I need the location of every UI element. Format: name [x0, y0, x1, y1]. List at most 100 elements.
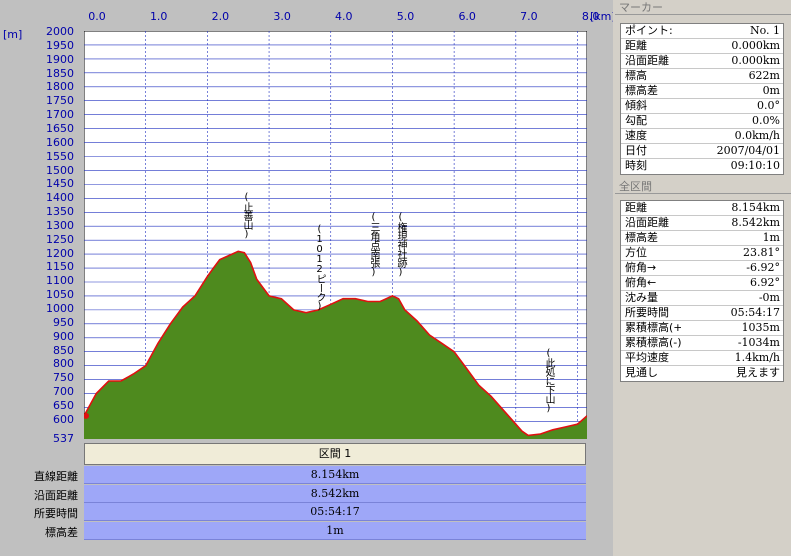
y-tick-label: 1400: [46, 191, 74, 205]
x-tick-label: 8.0: [581, 10, 600, 23]
info-row: 距離 8.154km: [621, 201, 783, 216]
info-row-label: 沿面距離: [625, 54, 669, 67]
x-tick-label: 7.0: [520, 10, 538, 23]
info-row-value: 見えます: [736, 366, 780, 379]
info-row: 勾配 0.0%: [621, 114, 783, 129]
y-tick-label: 1850: [46, 66, 74, 80]
info-row: 見通し 見えます: [621, 366, 783, 381]
info-row-label: 所要時間: [625, 306, 669, 319]
stat-label-straight-distance: 直線距離: [34, 470, 78, 483]
info-row-value: 0.0°: [757, 99, 780, 112]
info-row: 距離 0.000km: [621, 39, 783, 54]
info-row: 方位 23.81°: [621, 246, 783, 261]
info-row: 所要時間 05:54:17: [621, 306, 783, 321]
info-row-label: 累積標高(-): [625, 336, 681, 349]
info-row-label: 距離: [625, 39, 647, 52]
info-row-value: 8.542km: [731, 216, 780, 229]
stat-value-straight-distance: 8.154km: [84, 466, 586, 484]
x-tick-label: 1.0: [149, 10, 168, 23]
info-row-value: -1034m: [737, 336, 780, 349]
x-tick-label: 0.0: [88, 10, 106, 23]
elevation-profile-chart[interactable]: [84, 31, 587, 439]
info-row-value: 0.000km: [731, 39, 780, 52]
info-row: 標高差 0m: [621, 84, 783, 99]
y-tick-label: 1150: [46, 260, 74, 274]
info-row: 標高 622m: [621, 69, 783, 84]
y-tick-label: 1800: [46, 80, 74, 94]
info-row: 平均速度 1.4km/h: [621, 351, 783, 366]
info-row-value: 23.81°: [743, 246, 780, 259]
info-row: 沈み量 -0m: [621, 291, 783, 306]
info-row-label: 標高差: [625, 231, 658, 244]
y-tick-label: 600: [53, 412, 74, 426]
info-row-value: 2007/04/01: [716, 144, 780, 157]
annotation-1012-peak: (1012ピーク): [314, 224, 325, 311]
y-tick-label: 1200: [46, 246, 74, 260]
x-tick-label: 2.0: [211, 10, 230, 23]
y-tick-label: 650: [53, 398, 74, 412]
annotation-shizenzan: (止善山): [241, 192, 252, 239]
info-row: 日付 2007/04/01: [621, 144, 783, 159]
info-row-label: 時刻: [625, 159, 647, 172]
info-row-value: 1m: [762, 231, 780, 244]
y-tick-label: 1950: [46, 38, 74, 52]
y-tick-label: 1600: [46, 135, 74, 149]
info-row-label: ポイント:: [625, 24, 673, 37]
stat-label-elevation-diff: 標高差: [45, 526, 78, 539]
info-row-label: 標高差: [625, 84, 658, 97]
info-row-value: 1.4km/h: [734, 351, 780, 364]
annotation-kokoni-gezan: (此処に下山): [543, 348, 554, 413]
info-row-value: 0.0%: [752, 114, 780, 127]
info-row-value: 622m: [748, 69, 780, 82]
y-tick-label: 1350: [46, 205, 74, 219]
y-tick-label: 1700: [46, 108, 74, 122]
section-header[interactable]: 区間 1: [84, 443, 586, 465]
info-row-label: 日付: [625, 144, 647, 157]
x-tick-label: 3.0: [273, 10, 291, 23]
y-tick-label: 800: [53, 357, 74, 371]
info-row-value: 0.0km/h: [734, 129, 780, 142]
info-row-value: -6.92°: [746, 261, 780, 274]
y-tick-label: 1000: [46, 302, 74, 315]
info-row: ポイント: No. 1: [621, 24, 783, 39]
info-row-value: 8.154km: [731, 201, 780, 214]
info-row-value: 6.92°: [750, 276, 780, 289]
y-tick-label: 750: [53, 371, 74, 385]
info-row-value: 05:54:17: [730, 306, 780, 319]
info-row-label: 俯角→: [625, 261, 657, 274]
y-tick-label: 1050: [46, 288, 74, 302]
info-row-value: 1035m: [741, 321, 780, 334]
all-section-info-table: 距離 8.154km 沿面距離 8.542km 標高差 1m 方位 23.81° 俯角→ -6.9…: [620, 200, 784, 382]
stat-value-surface-distance: 8.542km: [84, 485, 586, 503]
info-row: 速度 0.0km/h: [621, 129, 783, 144]
stat-label-surface-distance: 沿面距離: [34, 489, 78, 502]
info-row-label: 俯角←: [625, 276, 657, 289]
info-row-label: 累積標高(+): [625, 321, 681, 334]
y-tick-label: 1450: [46, 177, 74, 191]
x-tick-label: 6.0: [458, 10, 476, 23]
marker-info-table: ポイント: No. 1 距離 0.000km 沿面距離 0.000km 標高 622m 標高差 0…: [620, 23, 784, 175]
marker-panel-title: マーカー: [615, 1, 791, 15]
info-row-label: 標高: [625, 69, 647, 82]
y-tick-label: 1550: [46, 149, 74, 163]
y-tick-label: 900: [53, 329, 74, 343]
y-tick-label: 700: [53, 385, 74, 399]
info-row-value: 09:10:10: [730, 159, 780, 172]
info-row: 傾斜 0.0°: [621, 99, 783, 114]
y-tick-label: 1750: [46, 94, 74, 108]
info-row: 時刻 09:10:10: [621, 159, 783, 174]
info-row-label: 方位: [625, 246, 647, 259]
info-row-value: No. 1: [749, 24, 780, 37]
all-section-panel-title: 全区間: [615, 180, 791, 194]
annotation-gongen-jinja-ato: (権現神社跡): [395, 212, 406, 277]
info-row: 累積標高(+) 1035m: [621, 321, 783, 336]
info-row: 俯角← 6.92°: [621, 276, 783, 291]
info-row-label: 沿面距離: [625, 216, 669, 229]
stat-value-elevation-diff: 1m: [84, 522, 586, 540]
y-tick-label: 1650: [46, 121, 74, 135]
info-row: 累積標高(-) -1034m: [621, 336, 783, 351]
info-row: 俯角→ -6.92°: [621, 261, 783, 276]
stat-label-required-time: 所要時間: [34, 507, 78, 520]
info-row-label: 傾斜: [625, 99, 647, 112]
y-tick-label: 1300: [46, 218, 74, 232]
